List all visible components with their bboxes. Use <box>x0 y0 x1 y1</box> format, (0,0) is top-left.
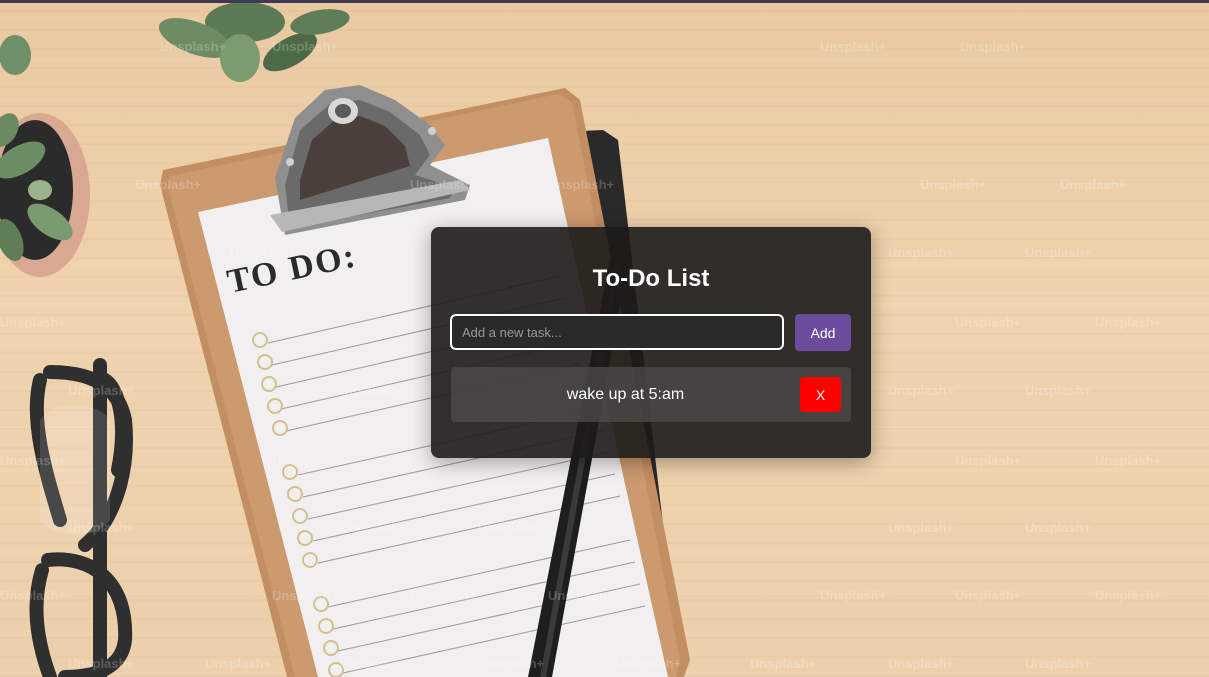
watermark: Unsplash+ <box>548 177 615 192</box>
watermark: Unsplash+ <box>955 315 1022 330</box>
watermark: Unsplash+ <box>0 315 67 330</box>
watermark: Unsplash+ <box>820 588 887 603</box>
potted-plant-left <box>0 113 90 277</box>
watermark: Unsplash+ <box>888 245 955 260</box>
watermark: Unsplash+ <box>410 588 477 603</box>
watermark: Unsplash+ <box>68 383 135 398</box>
add-task-button[interactable]: Add <box>795 314 851 351</box>
watermark: Unsplash+ <box>820 39 887 54</box>
watermark: Unsplash+ <box>0 453 67 468</box>
watermark: Unsplash+ <box>750 656 817 671</box>
watermark: Unsplash+ <box>135 177 202 192</box>
watermark: Unsplash+ <box>888 383 955 398</box>
todo-card: To-Do List Add wake up at 5:am X <box>431 227 871 458</box>
watermark: Unsplash+ <box>1025 383 1092 398</box>
task-text: wake up at 5:am <box>566 386 685 403</box>
watermark: Unsplash+ <box>1060 177 1127 192</box>
watermark: Unsplash+ <box>955 453 1022 468</box>
watermark: Unsplash+ <box>272 39 339 54</box>
watermark: Unsplash+ <box>68 656 135 671</box>
watermark: Unsplash+ <box>1095 453 1162 468</box>
watermark: Unsplash+ <box>615 656 682 671</box>
watermark: Unsplash+ <box>960 39 1027 54</box>
watermark: Unsplash+ <box>955 588 1022 603</box>
watermark: Unsplash+ <box>160 39 227 54</box>
watermark: Unsplash+ <box>478 520 545 535</box>
todo-title: To-Do List <box>592 265 710 292</box>
watermark: Unsplash+ <box>1095 315 1162 330</box>
watermark: Unsplash+ <box>205 656 272 671</box>
watermark: Unsplash+ <box>0 588 67 603</box>
task-item: wake up at 5:am X <box>451 367 851 422</box>
watermark: Unsplash+ <box>340 656 407 671</box>
watermark: Unsplash+ <box>1025 656 1092 671</box>
watermark: Unsplash+ <box>340 520 407 535</box>
watermark: Unsplash+ <box>478 656 545 671</box>
new-task-input[interactable] <box>450 314 784 350</box>
watermark: Unsplash+ <box>410 177 477 192</box>
watermark: Unsplash+ <box>888 656 955 671</box>
delete-task-button[interactable]: X <box>800 377 841 412</box>
watermark: Unsplash+ <box>272 453 339 468</box>
watermark: Unsplash+ <box>1095 588 1162 603</box>
watermark: Unsplash+ <box>548 588 615 603</box>
watermark: Unsplash+ <box>888 520 955 535</box>
watermark: Unsplash+ <box>920 177 987 192</box>
watermark: Unsplash+ <box>68 520 135 535</box>
watermark: Unsplash+ <box>340 383 407 398</box>
top-border <box>0 0 1209 3</box>
watermark: Unsplash+ <box>1025 520 1092 535</box>
watermark: Unsplash+ <box>1025 245 1092 260</box>
watermark: Unsplash+ <box>230 245 297 260</box>
watermark: Unsplash+ <box>272 588 339 603</box>
